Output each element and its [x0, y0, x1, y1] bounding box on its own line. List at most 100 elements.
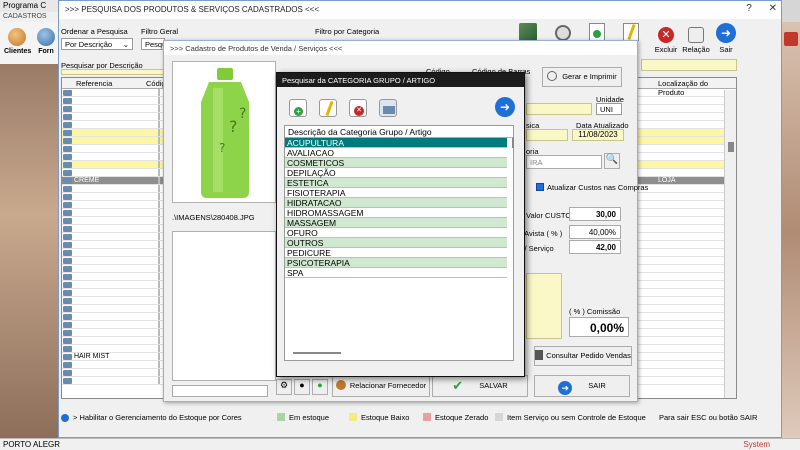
exit-arrow-icon: ➜ [716, 23, 736, 43]
category-item[interactable]: HIDROMASSAGEM [285, 208, 507, 218]
close-button[interactable]: ✕ [769, 3, 777, 14]
backdrop-status-bar: PORTO ALEGR System [0, 438, 800, 450]
category-item[interactable]: AVALIACAO [285, 148, 507, 158]
grid-scroll-thumb[interactable] [728, 142, 734, 152]
sica-input[interactable] [526, 129, 568, 141]
row-icon [63, 282, 72, 288]
add-category-button[interactable]: + [289, 99, 307, 117]
category-item[interactable]: OFURO [285, 228, 507, 238]
relate-supplier-label: Relacionar Fornecedor [349, 381, 427, 390]
update-costs-checkbox[interactable] [536, 183, 544, 191]
image-path-input[interactable] [172, 385, 268, 397]
row-icon [63, 346, 72, 352]
category-item[interactable]: MASSAGEM [285, 218, 507, 228]
legend-toggle-radio[interactable] [61, 414, 69, 422]
cell-codigo-mark [158, 121, 160, 128]
relate-supplier-button[interactable]: Relacionar Fornecedor [332, 375, 430, 397]
print-category-button[interactable] [379, 99, 397, 117]
comissao-field[interactable]: 0,00% [569, 317, 629, 337]
product-image: ? ? ? [172, 61, 276, 203]
toolbar-tool-icon[interactable] [519, 23, 537, 41]
help-button[interactable]: ? [746, 3, 752, 14]
category-item[interactable]: ESTETICA [285, 178, 507, 188]
edit-category-button[interactable] [319, 99, 337, 117]
exit-button-label: Sair [719, 45, 733, 54]
row-icon [63, 210, 72, 216]
filter-select[interactable]: Pesqui [141, 38, 165, 50]
category-item[interactable]: OUTROS [285, 238, 507, 248]
report-button-label: Relação [682, 45, 710, 54]
backdrop-menu-cadastros[interactable]: CADASTROS [0, 12, 60, 22]
toolbar-print-icon[interactable] [555, 25, 571, 41]
observacao-yellow-box[interactable] [526, 273, 562, 339]
exit-product-button[interactable]: ➜ SAIR [534, 375, 630, 397]
col-header-referencia[interactable]: Referencia [76, 79, 112, 88]
save-button-label: SALVAR [479, 381, 508, 390]
category-item[interactable]: HIDRATACAO [285, 198, 507, 208]
report-button[interactable]: Relação [679, 27, 713, 54]
clientes-button[interactable]: Clientes [4, 28, 31, 55]
consult-orders-button[interactable]: Consultar Pedido Vendas [534, 346, 632, 366]
svg-text:?: ? [219, 141, 225, 155]
edit-icon [325, 100, 334, 117]
list-hscroll-thumb[interactable] [293, 352, 341, 354]
print-button[interactable]: Gerar e Imprimir [542, 67, 622, 87]
row-icon [63, 146, 72, 152]
category-item[interactable]: FISIOTERAPIA [285, 188, 507, 198]
toolbar-new-icon[interactable] [589, 23, 605, 41]
grid-scrollbar[interactable] [724, 90, 736, 398]
row-icon [63, 114, 72, 120]
category-item[interactable]: COSMETICOS [285, 158, 507, 168]
cell-codigo-mark [158, 313, 160, 320]
add-image-button[interactable]: ● [312, 379, 328, 395]
category-item[interactable]: ACUPULTURA [285, 138, 507, 148]
category-item[interactable]: PEDICURE [285, 248, 507, 258]
save-button[interactable]: ✔ SALVAR [432, 375, 528, 397]
category-list[interactable]: Descrição da Categoria Grupo / Artigo AC… [284, 125, 514, 361]
date-field[interactable]: 11/08/2023 [572, 129, 624, 141]
cell-codigo-mark [158, 193, 160, 200]
row-icon [63, 258, 72, 264]
dialog-go-button[interactable]: ➜ [495, 97, 515, 117]
delete-category-button[interactable]: ✕ [349, 99, 367, 117]
exit-button[interactable]: ➜ Sair [709, 23, 743, 54]
cell-codigo-mark [158, 329, 160, 336]
backdrop-photo-right [782, 22, 800, 442]
toolbar-edit-icon[interactable] [623, 23, 639, 41]
category-item[interactable]: SPA [285, 268, 507, 278]
legend-swatch [423, 413, 431, 421]
search-input[interactable] [61, 69, 166, 75]
descricao-input[interactable] [526, 103, 592, 115]
cell-codigo-mark [158, 321, 160, 328]
camera-button[interactable]: ⚙ [276, 379, 292, 395]
zoom-button[interactable]: ● [294, 379, 310, 395]
avista-field[interactable]: 40,00% [569, 225, 621, 239]
row-icon [63, 290, 72, 296]
category-item[interactable]: PSICOTERAPIA [285, 258, 507, 268]
backdrop-photo-left [0, 64, 58, 439]
order-select[interactable]: Por Descrição ⌄ [61, 38, 133, 50]
legend-item-in-stock: Em estoque [277, 413, 329, 422]
unidade-select[interactable]: UNI [596, 103, 622, 115]
delete-button[interactable]: ✕ Excluir [649, 27, 683, 54]
custo-field[interactable]: 30,00 [569, 207, 621, 221]
servico-field[interactable]: 42,00 [569, 240, 621, 254]
backdrop-toolbar: Clientes Forn [0, 22, 58, 64]
arrow-right-icon: ➜ [499, 100, 511, 114]
cell-codigo-mark [158, 185, 160, 192]
product-notes[interactable] [172, 231, 276, 381]
row-icon [63, 218, 72, 224]
row-icon [63, 178, 72, 184]
category-item[interactable]: DEPILAÇÃO [285, 168, 507, 178]
backdrop-app-icon[interactable] [784, 32, 798, 46]
custo-label: Valor CUSTO [526, 211, 572, 220]
fornecedores-button[interactable]: Forn [34, 28, 58, 55]
categoria-search-button[interactable]: 🔍 [604, 153, 620, 169]
categoria-input[interactable]: IRA [526, 155, 602, 169]
cell-codigo-mark [158, 209, 160, 216]
category-list-header[interactable]: Descrição da Categoria Grupo / Artigo [285, 126, 513, 138]
list-scroll-thumb[interactable] [512, 138, 514, 148]
cell-codigo-mark [158, 265, 160, 272]
products-search-title: >>> PESQUISA DOS PRODUTOS & SERVIÇOS CAD… [65, 5, 320, 14]
search-input-right[interactable] [641, 59, 737, 71]
